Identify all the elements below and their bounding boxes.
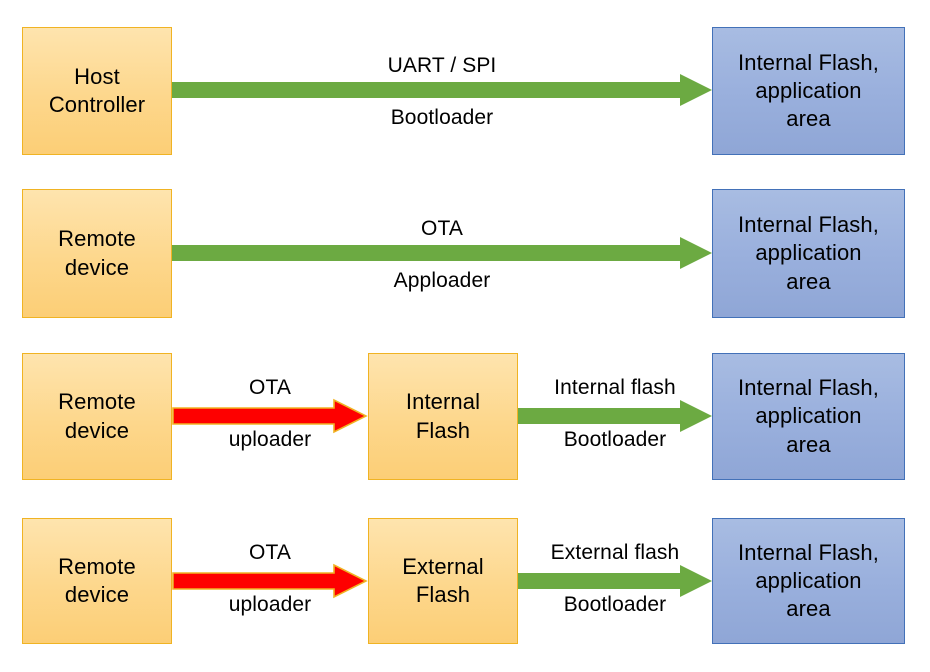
node-row4-source: Remote device: [22, 518, 172, 644]
node-label-line: area: [786, 268, 831, 294]
node-label-line: Remote: [58, 553, 136, 579]
arrow-row4-label2-top: External flash: [550, 541, 680, 564]
node-label-line: area: [786, 106, 831, 132]
arrow-row4-label2-bottom: Bootloader: [563, 593, 667, 616]
node-row3-source: Remote device: [22, 353, 172, 480]
node-row3-middle: Internal Flash: [368, 353, 518, 480]
node-label-line: application: [755, 240, 862, 266]
node-row4-target: Internal Flash, application area: [712, 518, 905, 644]
node-label-line: Internal Flash,: [738, 212, 879, 238]
node-label-line: device: [64, 582, 130, 607]
node-label-line: Remote: [58, 226, 136, 252]
arrow-row3-label2-top: Internal flash: [554, 376, 676, 399]
node-label-line: Internal Flash,: [738, 49, 879, 75]
node-label-line: device: [64, 417, 130, 443]
arrow-row3-label-top: OTA: [249, 376, 291, 399]
node-label-line: Remote: [58, 389, 136, 415]
node-row4-middle: External Flash: [368, 518, 518, 644]
node-row2-target: Internal Flash, application area: [712, 189, 905, 318]
diagram-canvas: Host Controller UART / SPI Bootloader In…: [0, 0, 930, 672]
node-label-line: application: [755, 403, 862, 429]
node-row1-source: Host Controller: [22, 27, 172, 155]
node-row1-target: Internal Flash, application area: [712, 27, 905, 155]
node-label-line: Controller: [48, 92, 146, 117]
arrow-row2-label-bottom: Apploader: [393, 269, 491, 292]
arrow-row4-label-bottom: uploader: [228, 593, 312, 616]
node-label-line: Internal: [405, 389, 481, 415]
arrow-row1-label-top: UART / SPI: [387, 54, 497, 77]
arrow-row1-green: [172, 74, 712, 106]
arrow-row2-green: [172, 237, 712, 269]
node-label-line: application: [755, 77, 862, 103]
node-label-line: area: [786, 431, 831, 457]
arrow-row3-label2-bottom: Bootloader: [563, 428, 667, 451]
node-label-line: Host: [74, 63, 120, 89]
arrow-row4-label-top: OTA: [249, 541, 291, 564]
arrow-row2-label-top: OTA: [421, 217, 463, 240]
arrow-row1-label-bottom: Bootloader: [390, 106, 494, 129]
node-label-line: application: [755, 567, 862, 593]
node-label-line: area: [786, 596, 831, 622]
node-label-line: Internal Flash,: [738, 375, 879, 401]
node-label-line: External: [402, 553, 484, 579]
node-label-line: Flash: [415, 417, 471, 443]
node-label-line: Internal Flash,: [738, 539, 879, 565]
node-label-line: device: [64, 254, 130, 280]
node-row2-source: Remote device: [22, 189, 172, 318]
arrow-row3-label-bottom: uploader: [228, 428, 312, 451]
node-label-line: Flash: [415, 582, 471, 607]
node-row3-target: Internal Flash, application area: [712, 353, 905, 480]
